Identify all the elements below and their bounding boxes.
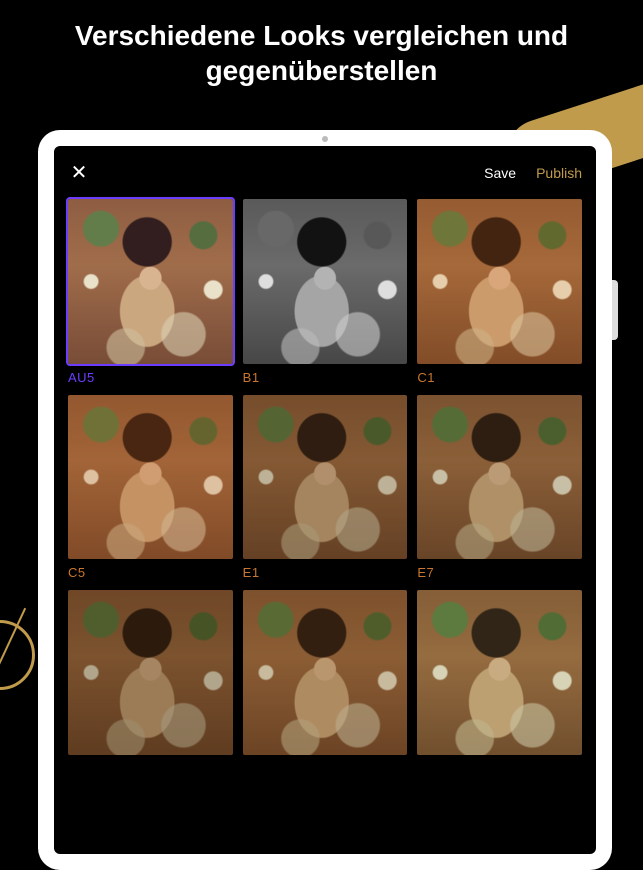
preset-cell[interactable]: AU5 bbox=[68, 199, 233, 385]
tablet-frame: ✕ Save Publish AU5 B1 C1 C5 E1 E7 bbox=[38, 130, 612, 870]
preset-label: E7 bbox=[417, 565, 582, 580]
preset-cell[interactable]: C1 bbox=[417, 199, 582, 385]
toolbar-actions: Save Publish bbox=[484, 165, 582, 181]
preset-thumbnail[interactable] bbox=[243, 590, 408, 755]
photo-foreground bbox=[243, 395, 408, 560]
preset-thumbnail[interactable] bbox=[68, 590, 233, 755]
photo-portrait bbox=[417, 395, 582, 560]
preset-thumbnail[interactable] bbox=[243, 199, 408, 364]
preset-grid: AU5 B1 C1 C5 E1 E7 bbox=[68, 199, 582, 755]
photo-portrait bbox=[68, 199, 233, 364]
preset-label: C1 bbox=[417, 370, 582, 385]
preset-thumbnail[interactable] bbox=[417, 590, 582, 755]
photo-foreground bbox=[68, 395, 233, 560]
preset-thumbnail[interactable] bbox=[243, 395, 408, 560]
preset-label: B1 bbox=[243, 370, 408, 385]
publish-button[interactable]: Publish bbox=[536, 165, 582, 181]
photo-foreground bbox=[68, 199, 233, 364]
photo-portrait bbox=[243, 395, 408, 560]
preset-thumbnail[interactable] bbox=[68, 395, 233, 560]
headline: Verschiedene Looks vergleichen und gegen… bbox=[0, 0, 643, 88]
photo-portrait bbox=[417, 199, 582, 364]
photo-portrait bbox=[243, 590, 408, 755]
preset-cell[interactable]: E7 bbox=[417, 395, 582, 581]
photo-foreground bbox=[417, 395, 582, 560]
preset-thumbnail[interactable] bbox=[68, 199, 233, 364]
preset-thumbnail[interactable] bbox=[417, 395, 582, 560]
photo-foreground bbox=[243, 590, 408, 755]
photo-foreground bbox=[417, 590, 582, 755]
photo-foreground bbox=[68, 590, 233, 755]
preset-label: AU5 bbox=[68, 370, 233, 385]
preset-cell[interactable] bbox=[243, 590, 408, 755]
photo-portrait bbox=[417, 590, 582, 755]
app-screen: ✕ Save Publish AU5 B1 C1 C5 E1 E7 bbox=[54, 146, 596, 854]
preset-cell[interactable]: E1 bbox=[243, 395, 408, 581]
toolbar: ✕ Save Publish bbox=[68, 160, 582, 185]
preset-thumbnail[interactable] bbox=[417, 199, 582, 364]
gold-accent-ring bbox=[0, 620, 35, 690]
preset-label: E1 bbox=[243, 565, 408, 580]
close-icon[interactable]: ✕ bbox=[68, 160, 90, 185]
preset-cell[interactable]: C5 bbox=[68, 395, 233, 581]
preset-cell[interactable] bbox=[417, 590, 582, 755]
preset-label: C5 bbox=[68, 565, 233, 580]
photo-portrait bbox=[68, 590, 233, 755]
preset-cell[interactable]: B1 bbox=[243, 199, 408, 385]
photo-foreground bbox=[243, 199, 408, 364]
photo-portrait bbox=[68, 395, 233, 560]
photo-foreground bbox=[417, 199, 582, 364]
save-button[interactable]: Save bbox=[484, 165, 516, 181]
preset-cell[interactable] bbox=[68, 590, 233, 755]
